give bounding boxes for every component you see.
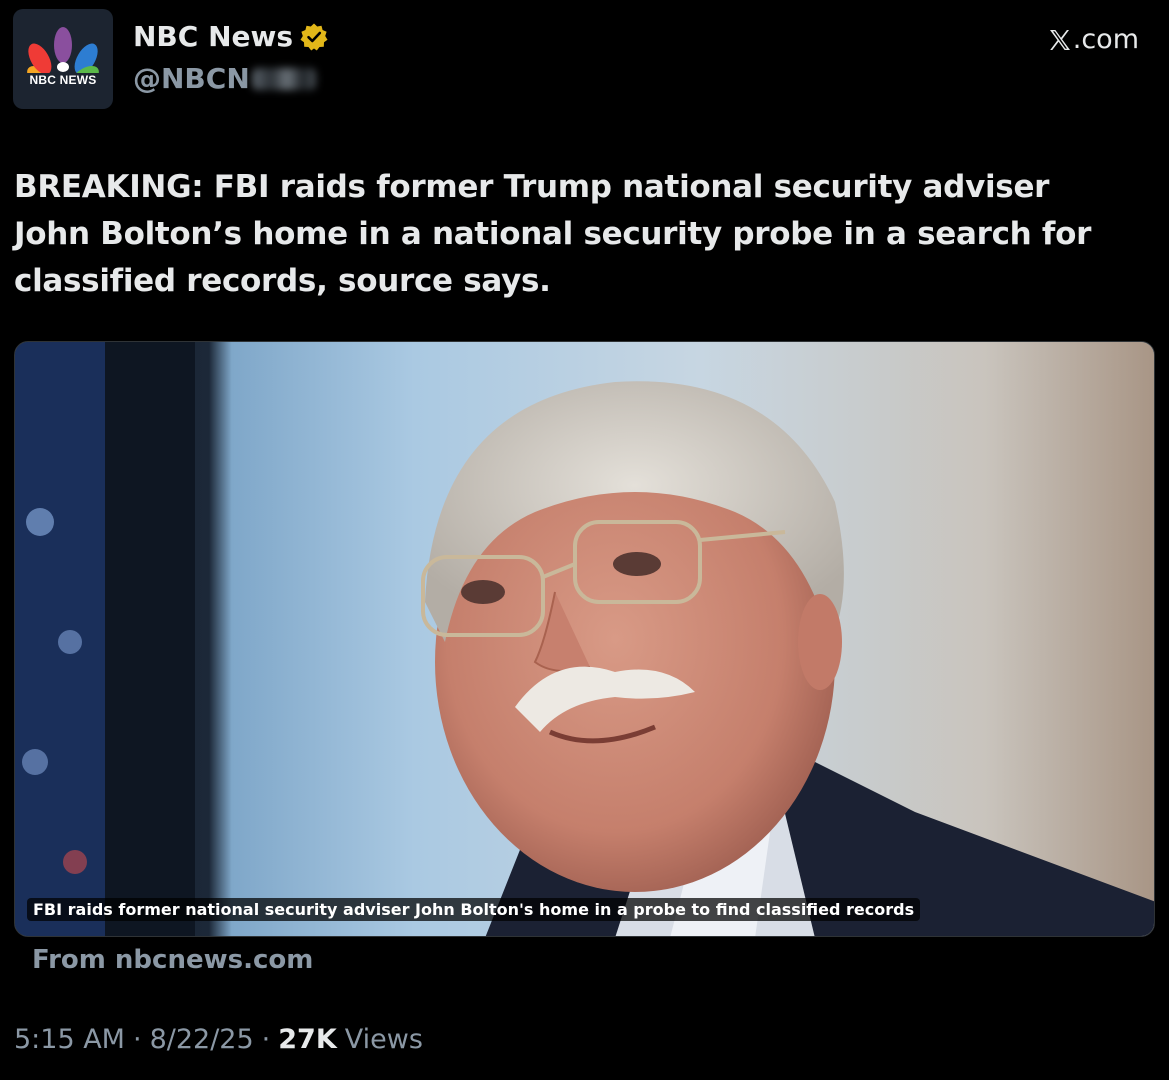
tweet-meta: 5:15 AM · 8/22/25 · 27K Views <box>14 1024 423 1055</box>
handle[interactable]: @NBCN <box>133 62 316 95</box>
views-count: 27K <box>278 1024 337 1055</box>
meta-separator: · <box>132 1024 142 1055</box>
source-link[interactable]: From nbcnews.com <box>32 945 313 975</box>
nbc-peacock-icon <box>27 27 99 73</box>
avatar-logo-text: NBC NEWS <box>29 73 97 87</box>
tweet-text: BREAKING: FBI raids former Trump nationa… <box>14 169 1092 299</box>
timestamp-date[interactable]: 8/22/25 <box>150 1024 254 1055</box>
verified-badge-icon[interactable] <box>299 22 329 52</box>
article-photo <box>15 342 1154 936</box>
display-name[interactable]: NBC News <box>133 20 329 53</box>
display-name-text: NBC News <box>133 20 294 53</box>
x-logo-icon <box>1049 29 1070 50</box>
site-brand-text: .com <box>1072 24 1139 55</box>
site-brand: .com <box>1048 24 1139 55</box>
media-caption: FBI raids former national security advis… <box>27 898 921 921</box>
avatar[interactable]: NBC NEWS <box>13 9 113 109</box>
views-label: Views <box>344 1024 423 1055</box>
timestamp-time[interactable]: 5:15 AM <box>14 1024 125 1055</box>
link-card[interactable]: FBI raids former national security advis… <box>14 341 1155 937</box>
handle-text: @NBCN <box>133 62 250 95</box>
meta-separator: · <box>261 1024 271 1055</box>
handle-blur-redaction <box>251 67 316 90</box>
